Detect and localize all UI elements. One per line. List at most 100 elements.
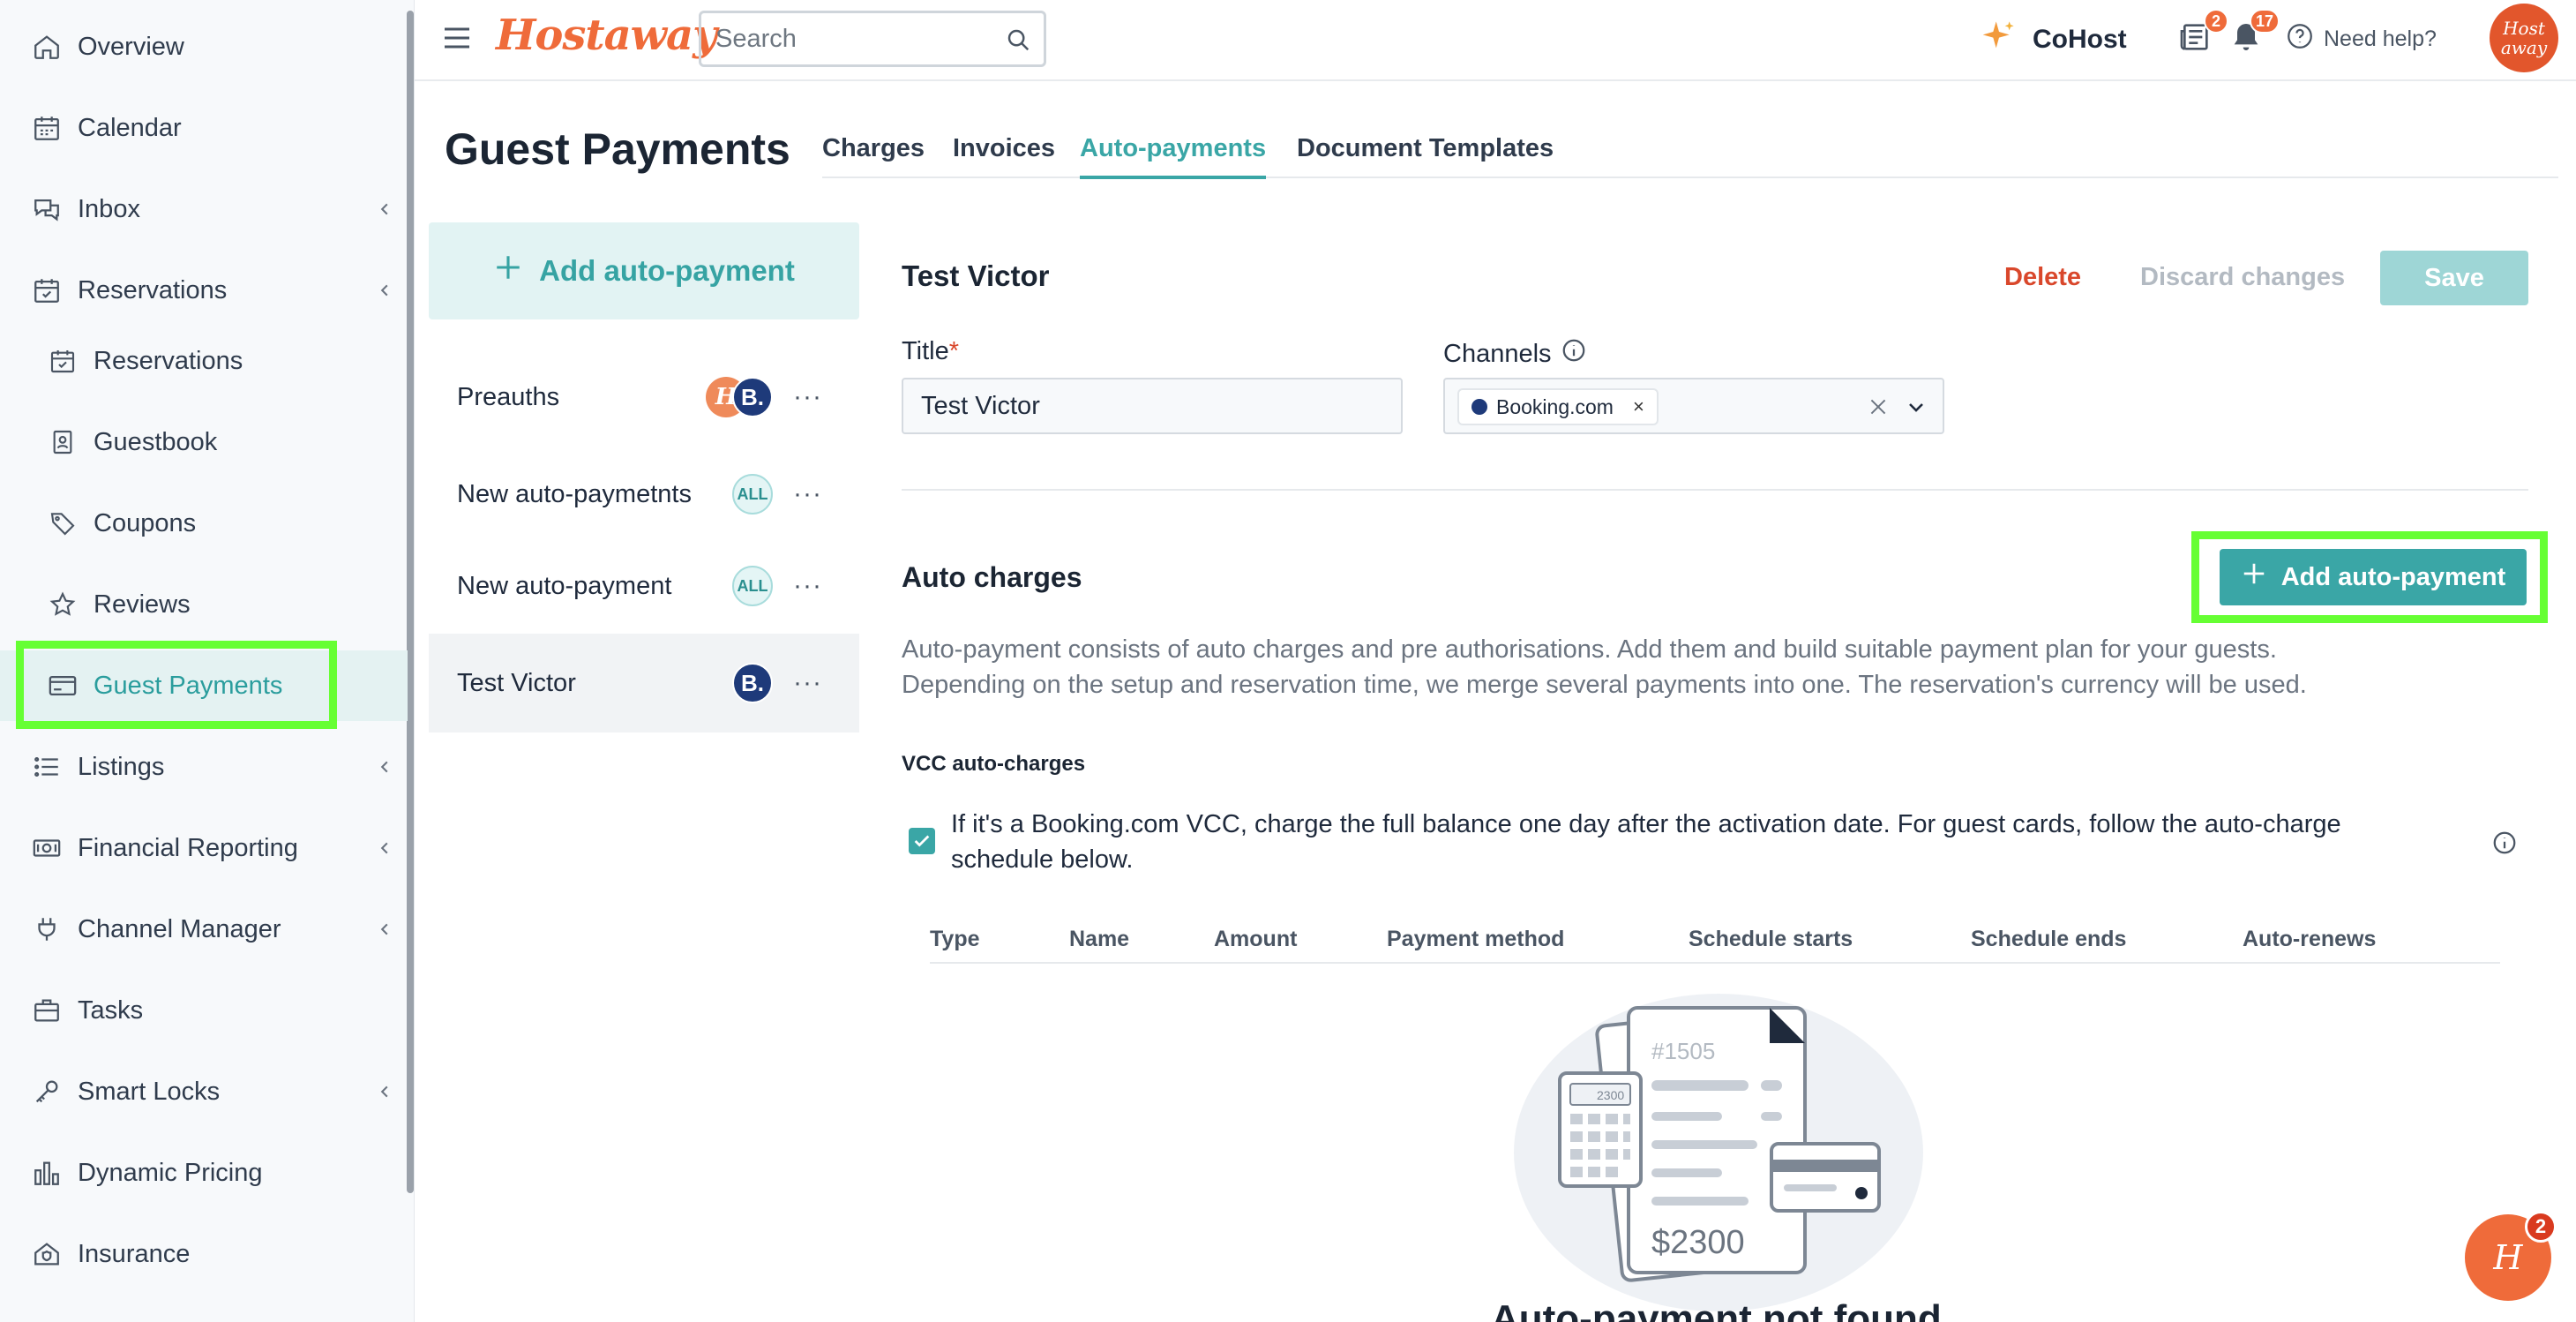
list-item[interactable]: New auto-paymetnts ALL ···	[429, 445, 859, 544]
tab-auto-payments[interactable]: Auto-payments	[1080, 134, 1267, 179]
auto-charges-description-line1: Auto-payment consists of auto charges an…	[902, 635, 2277, 664]
clear-icon[interactable]	[1867, 395, 1890, 423]
column-header-payment-method[interactable]: Payment method	[1387, 927, 1564, 952]
news-icon	[2177, 24, 2213, 58]
chevron-left-icon[interactable]	[376, 920, 393, 938]
auto-charges-table-header: Type Name Amount Payment method Schedule…	[930, 921, 2500, 964]
auto-charges-description-line2: Depending on the setup and reservation t…	[902, 671, 2307, 699]
question-circle-icon	[2285, 21, 2315, 57]
search-box[interactable]	[699, 11, 1046, 67]
sidebar-item-listings[interactable]: Listings	[0, 732, 408, 802]
sidebar-item-label: Channel Manager	[78, 914, 281, 943]
column-header-auto-renews[interactable]: Auto-renews	[2243, 927, 2376, 952]
chevron-left-icon[interactable]	[376, 200, 393, 218]
sidebar-item-smart-locks[interactable]: Smart Locks	[0, 1056, 408, 1127]
key-icon	[30, 1075, 64, 1108]
cohost-button[interactable]: CoHost	[1981, 19, 2127, 60]
column-header-name[interactable]: Name	[1069, 927, 1129, 952]
more-options-icon[interactable]: ···	[793, 668, 822, 698]
list-item[interactable]: Preauths H B. ···	[429, 348, 859, 447]
more-options-icon[interactable]: ···	[793, 479, 822, 509]
add-auto-payment-list-button[interactable]: Add auto-payment	[429, 222, 859, 319]
sidebar-item-label: Dynamic Pricing	[78, 1158, 263, 1187]
column-header-schedule-ends[interactable]: Schedule ends	[1971, 927, 2126, 952]
tab-charges[interactable]: Charges	[822, 134, 925, 176]
sidebar-item-label: Calendar	[78, 113, 182, 142]
list-item[interactable]: New auto-payment ALL ···	[429, 537, 859, 635]
notifications-badge: 17	[2249, 9, 2280, 34]
discard-changes-button[interactable]: Discard changes	[2140, 263, 2345, 292]
help-label: Need help?	[2324, 26, 2437, 51]
calendar-icon	[30, 111, 64, 145]
calendar-check-icon	[30, 274, 64, 307]
sidebar: Overview Calendar Inbox Reservations Res…	[0, 0, 415, 1322]
column-header-schedule-starts[interactable]: Schedule starts	[1689, 927, 1853, 952]
user-avatar[interactable]: Host away	[2490, 4, 2558, 72]
column-header-amount[interactable]: Amount	[1214, 927, 1297, 952]
hostaway-logo[interactable]: Hostaway	[496, 11, 717, 60]
remove-tag-icon[interactable]: ×	[1633, 395, 1644, 418]
required-mark: *	[948, 337, 960, 365]
sidebar-item-reservations[interactable]: Reservations	[0, 255, 408, 326]
column-header-type[interactable]: Type	[930, 927, 980, 952]
chevron-left-icon[interactable]	[376, 282, 393, 299]
channels-select[interactable]: Booking.com ×	[1443, 378, 1944, 434]
sidebar-item-tasks[interactable]: Tasks	[0, 975, 408, 1046]
sidebar-item-label: Coupons	[94, 508, 197, 537]
star-icon	[46, 588, 79, 621]
title-input[interactable]	[903, 379, 1401, 432]
guestbook-icon	[46, 425, 79, 459]
vcc-section-title: VCC auto-charges	[902, 752, 1086, 776]
sidebar-subitem-coupons[interactable]: Coupons	[0, 488, 408, 559]
chevron-left-icon[interactable]	[376, 839, 393, 857]
chevron-down-icon[interactable]	[1906, 397, 1927, 423]
sidebar-item-dynamic-pricing[interactable]: Dynamic Pricing	[0, 1138, 408, 1208]
chevron-left-icon[interactable]	[376, 1083, 393, 1100]
list-icon	[30, 750, 64, 784]
sidebar-item-channel-manager[interactable]: Channel Manager	[0, 894, 408, 965]
news-button[interactable]: 2	[2177, 9, 2228, 58]
sidebar-item-label: Overview	[78, 32, 184, 61]
tab-document-templates[interactable]: Document Templates	[1297, 134, 1554, 176]
info-icon[interactable]	[2491, 830, 2518, 856]
calendar-check-icon	[46, 344, 79, 378]
save-button[interactable]: Save	[2380, 251, 2528, 305]
more-options-icon[interactable]: ···	[793, 571, 822, 601]
title-field-label: Title*	[902, 337, 960, 365]
more-options-icon[interactable]: ···	[793, 382, 822, 412]
invoice-number: #1505	[1651, 1038, 1715, 1064]
search-input[interactable]	[701, 13, 984, 64]
sidebar-subitem-reviews[interactable]: Reviews	[0, 569, 408, 640]
channel-tag-booking: Booking.com ×	[1457, 388, 1659, 425]
sidebar-subitem-reservations[interactable]: Reservations	[0, 326, 408, 396]
plus-icon	[493, 252, 523, 289]
chat-launcher-button[interactable]: H 2	[2465, 1211, 2557, 1301]
title-field[interactable]	[902, 378, 1403, 434]
search-icon[interactable]	[1005, 26, 1031, 53]
briefcase-icon	[30, 994, 64, 1027]
sidebar-item-financial-reporting[interactable]: Financial Reporting	[0, 813, 408, 883]
vcc-checkbox[interactable]	[909, 828, 935, 854]
sidebar-item-overview[interactable]: Overview	[0, 11, 408, 82]
sidebar-item-label: Reviews	[94, 590, 191, 619]
sidebar-subitem-guestbook[interactable]: Guestbook	[0, 407, 408, 477]
help-link[interactable]: Need help?	[2285, 21, 2437, 57]
chevron-left-icon[interactable]	[376, 758, 393, 776]
sidebar-item-inbox[interactable]: Inbox	[0, 174, 408, 244]
info-icon[interactable]	[1561, 337, 1587, 371]
list-item-selected[interactable]: Test Victor B. ···	[429, 634, 859, 732]
auto-charges-title: Auto charges	[902, 561, 1082, 593]
sidebar-scrollbar[interactable]	[407, 11, 414, 1193]
list-item-name: Preauths	[457, 382, 560, 411]
notifications-button[interactable]: 17	[2228, 9, 2280, 58]
tab-invoices[interactable]: Invoices	[953, 134, 1055, 176]
hamburger-menu-icon[interactable]	[443, 25, 471, 51]
sidebar-item-calendar[interactable]: Calendar	[0, 93, 408, 163]
news-badge: 2	[2204, 9, 2228, 34]
sidebar-item-label: Inbox	[78, 194, 140, 223]
sidebar-item-insurance[interactable]: Insurance	[0, 1219, 408, 1289]
illustration-amount: $2300	[1651, 1224, 1745, 1261]
delete-button[interactable]: Delete	[2004, 263, 2081, 292]
sidebar-item-label: Listings	[78, 752, 165, 781]
calculator-display: 2300	[1597, 1088, 1624, 1102]
